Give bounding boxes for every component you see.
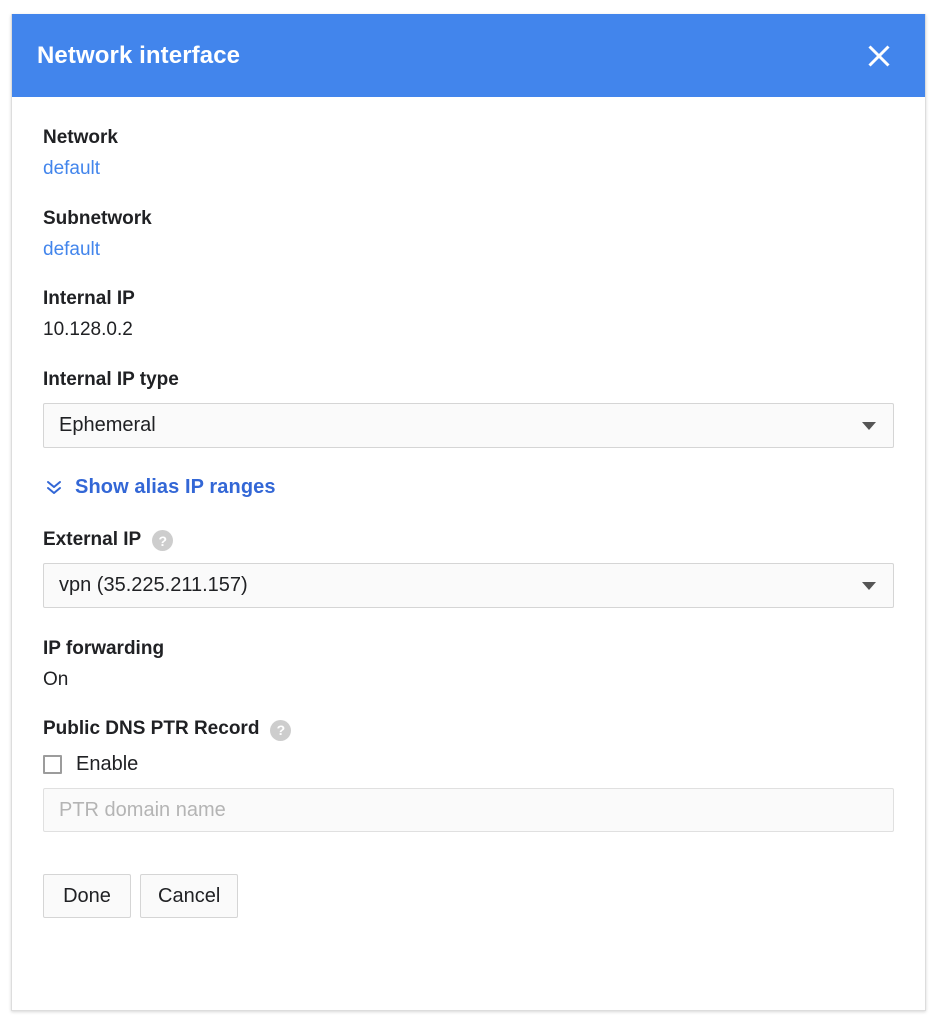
ip-forwarding-value: On [43,668,69,690]
external-ip-field: External IP ? vpn (35.225.211.157) [43,529,894,608]
cancel-button[interactable]: Cancel [140,874,239,919]
internal-ip-field: Internal IP 10.128.0.2 [43,288,894,341]
done-button[interactable]: Done [43,874,131,919]
chevron-down-icon [862,422,876,431]
help-icon[interactable]: ? [270,719,292,741]
close-button[interactable] [859,36,899,76]
public-dns-ptr-record-field: Public DNS PTR Record ? Enable PTR domai… [43,718,894,833]
ip-forwarding-label: IP forwarding [43,637,165,659]
internal-ip-type-select[interactable]: Ephemeral [43,402,894,448]
chevron-down-icon [862,582,876,591]
external-ip-selected-value: vpn (35.225.211.157) [59,573,248,596]
dialog-actions: Done Cancel [43,874,894,919]
subnetwork-value-link[interactable]: default [43,239,894,261]
show-alias-ip-ranges-link[interactable]: Show alias IP ranges [45,476,276,499]
page-title: Network interface [37,41,241,69]
network-field: Network default [43,127,894,180]
subnetwork-label: Subnetwork [43,207,152,229]
enable-ptr-checkbox[interactable] [43,755,62,775]
internal-ip-value: 10.128.0.2 [43,319,133,341]
external-ip-label: External IP [43,528,142,550]
enable-ptr-checkbox-row[interactable]: Enable [43,753,894,776]
network-interface-dialog: Network interface Network default Subnet… [11,14,926,1011]
network-label: Network [43,127,118,148]
subnetwork-field: Subnetwork default [43,208,894,261]
double-chevron-down-icon [45,477,63,497]
internal-ip-type-field: Internal IP type Ephemeral [43,369,894,448]
ip-forwarding-field: IP forwarding On [43,638,894,691]
internal-ip-label: Internal IP [43,288,135,310]
internal-ip-type-selected-value: Ephemeral [59,413,156,436]
ptr-domain-name-placeholder: PTR domain name [59,798,226,821]
dialog-header: Network interface [12,14,925,97]
help-icon[interactable]: ? [152,530,174,552]
close-icon [868,44,890,67]
ptr-domain-name-input[interactable]: PTR domain name [43,788,894,833]
external-ip-select[interactable]: vpn (35.225.211.157) [43,562,894,608]
show-alias-ip-ranges-label: Show alias IP ranges [75,475,276,498]
public-dns-ptr-label-row: Public DNS PTR Record ? [43,718,894,741]
dialog-body: Network default Subnetwork default Inter… [12,97,925,919]
enable-ptr-label: Enable [76,753,139,776]
external-ip-label-row: External IP ? [43,528,894,552]
network-value-link[interactable]: default [43,158,894,180]
internal-ip-type-label: Internal IP type [43,369,179,391]
public-dns-ptr-label: Public DNS PTR Record [43,718,260,740]
